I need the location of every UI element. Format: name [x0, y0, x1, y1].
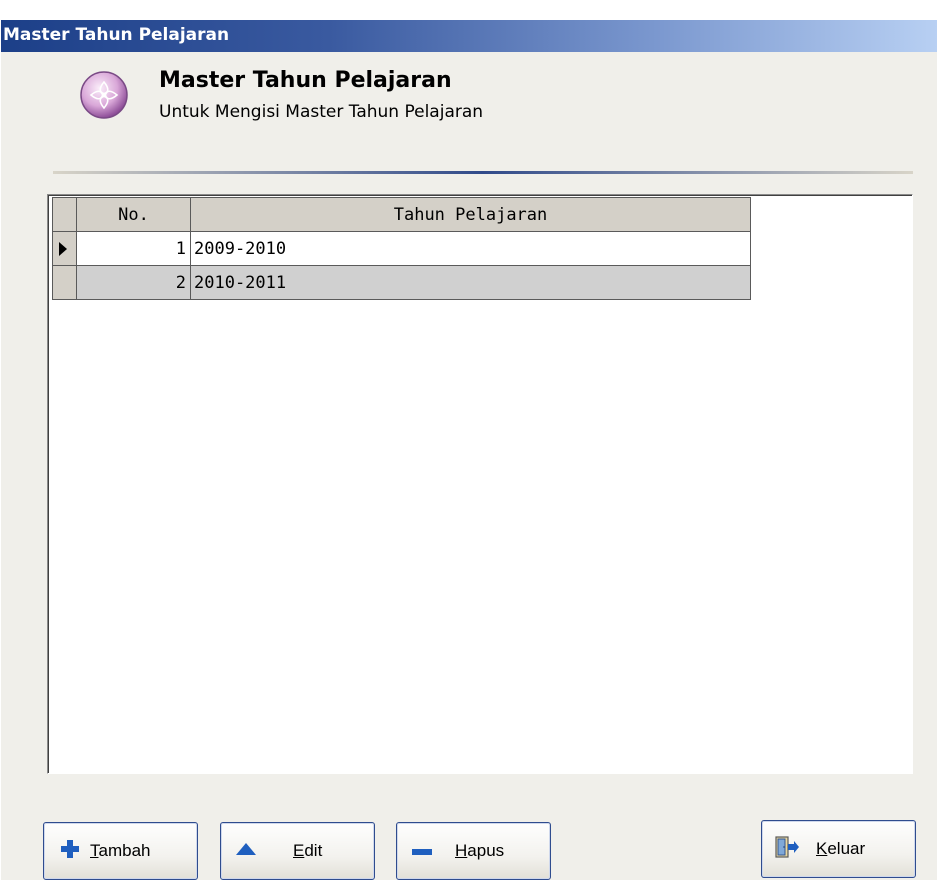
- tambah-label: Tambah: [90, 841, 151, 860]
- window-titlebar[interactable]: Master Tahun Pelajaran: [1, 20, 937, 52]
- keluar-button[interactable]: Keluar: [761, 820, 916, 878]
- hapus-label: Hapus: [455, 841, 505, 860]
- table-row[interactable]: 2 2010-2011: [52, 265, 751, 300]
- header-subtitle: Untuk Mengisi Master Tahun Pelajaran: [159, 102, 484, 122]
- row-indicator-header: [52, 197, 77, 232]
- master-tahun-window: Master Tahun Pelajaran Master Tahun Pela…: [0, 20, 937, 880]
- row-indicator[interactable]: [52, 231, 77, 266]
- current-row-arrow-icon: [59, 241, 67, 256]
- grid-table[interactable]: No. Tahun Pelajaran 1 2009-2010 2 2010-2…: [52, 197, 751, 300]
- header-title: Master Tahun Pelajaran: [159, 68, 452, 93]
- plus-icon: [60, 839, 80, 864]
- tambah-button[interactable]: Tambah: [43, 822, 198, 880]
- table-row[interactable]: 1 2009-2010: [52, 231, 751, 266]
- cell-no[interactable]: 2: [76, 265, 191, 300]
- window-title: Master Tahun Pelajaran: [3, 25, 230, 45]
- column-header-tahun-pelajaran[interactable]: Tahun Pelajaran: [190, 197, 751, 232]
- minus-icon: [411, 841, 433, 861]
- cell-tahun-pelajaran[interactable]: 2009-2010: [190, 231, 751, 266]
- data-grid[interactable]: No. Tahun Pelajaran 1 2009-2010 2 2010-2…: [47, 194, 913, 774]
- header-separator: [53, 171, 913, 174]
- row-indicator[interactable]: [52, 265, 77, 300]
- keluar-label: Keluar: [816, 839, 866, 858]
- grid-header-row: No. Tahun Pelajaran: [52, 197, 751, 232]
- flower-icon: [79, 70, 129, 120]
- column-header-no[interactable]: No.: [76, 197, 191, 232]
- hapus-button[interactable]: Hapus: [396, 822, 551, 880]
- edit-button[interactable]: Edit: [220, 822, 375, 880]
- edit-label: Edit: [293, 841, 323, 860]
- triangle-up-icon: [235, 841, 257, 861]
- cell-no[interactable]: 1: [76, 231, 191, 266]
- exit-door-icon: [774, 835, 800, 864]
- cell-tahun-pelajaran[interactable]: 2010-2011: [190, 265, 751, 300]
